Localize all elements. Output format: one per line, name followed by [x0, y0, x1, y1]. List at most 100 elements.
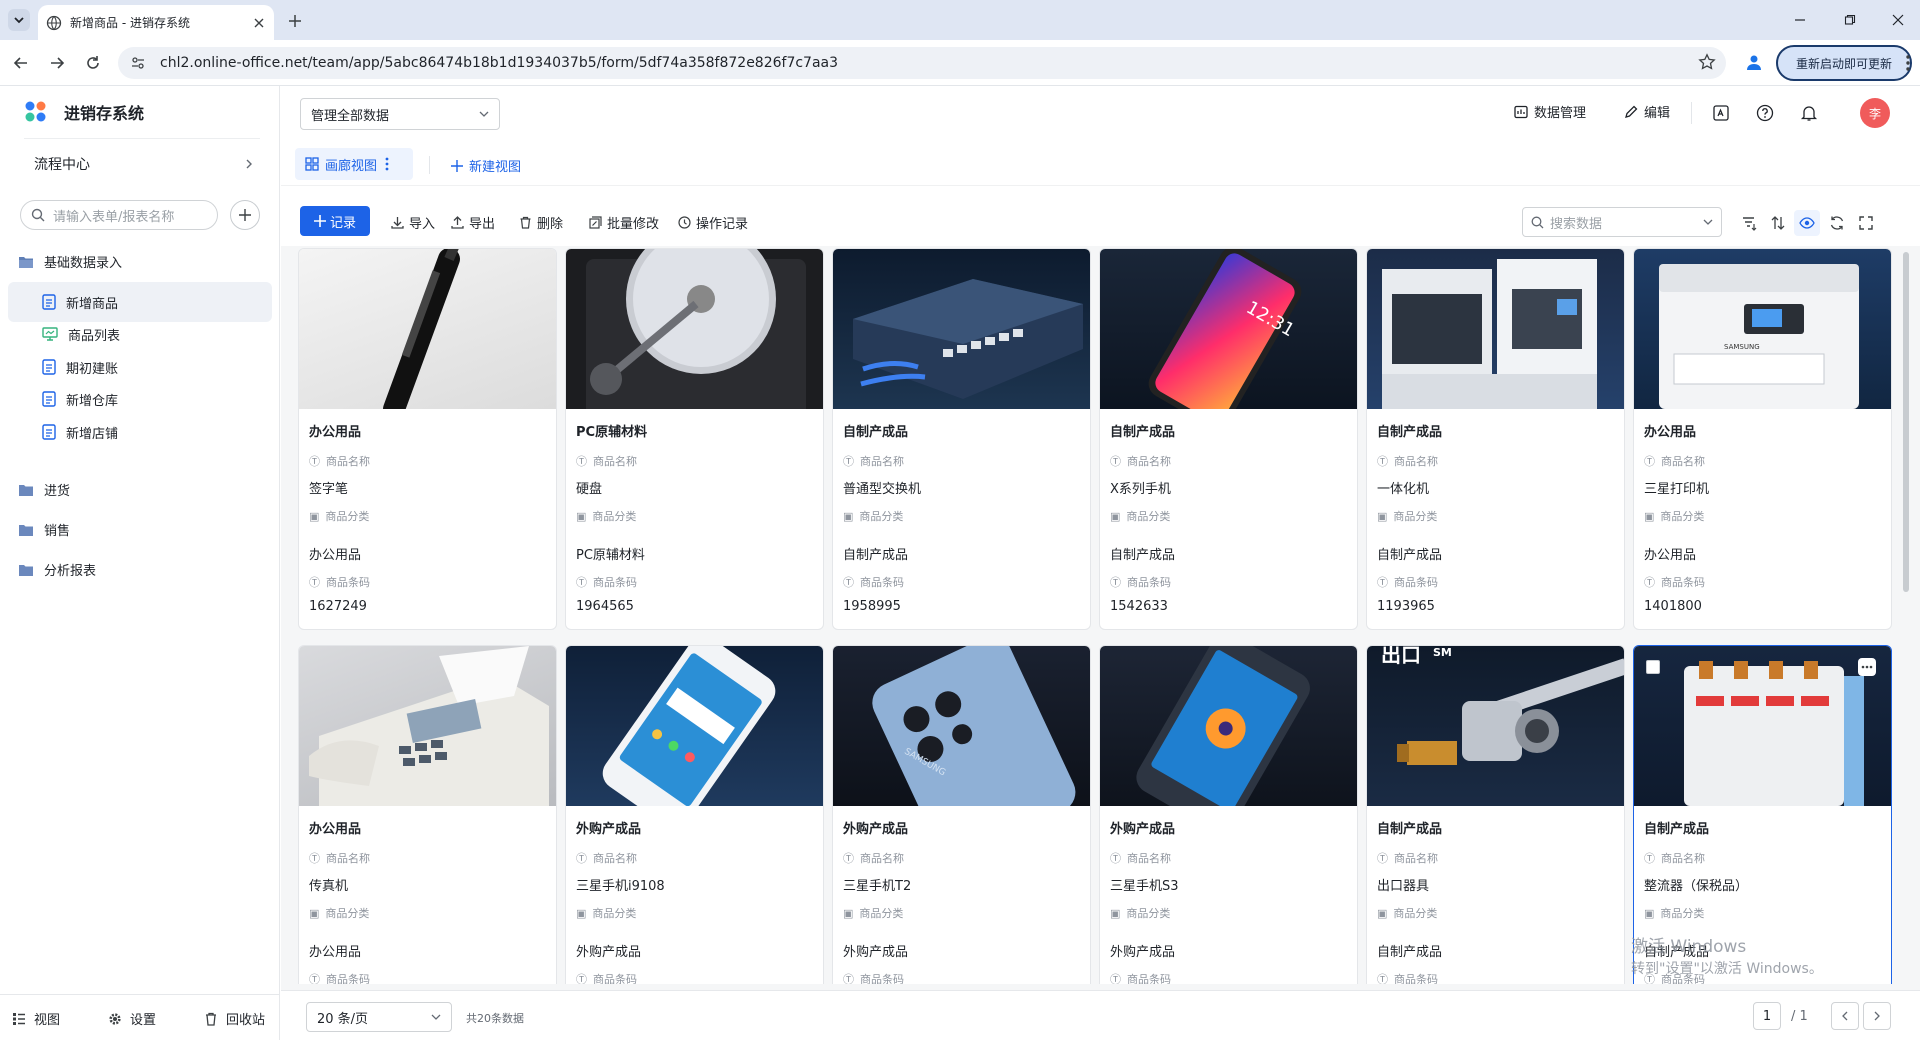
- folder-icon: [19, 484, 33, 496]
- field-label: Ⓣ 商品名称: [1110, 455, 1171, 468]
- gallery-card[interactable]: 12:31 自制产成品 Ⓣ 商品名称 X系列手机 ▣ 商品分类 自制产成品 Ⓣ 商品条…: [1099, 248, 1358, 630]
- records-toolbar: 记录 导入 导出 删除 批量修改 操作记录 搜索数据: [281, 186, 1920, 246]
- view-button[interactable]: 视图: [12, 1009, 60, 1028]
- view-list-icon: [13, 1012, 25, 1025]
- restore-button[interactable]: [1840, 10, 1860, 30]
- delete-button[interactable]: 删除: [519, 213, 563, 232]
- relaunch-update-button[interactable]: 重新启动即可更新: [1776, 45, 1912, 81]
- gallery-card[interactable]: PC原辅材料 Ⓣ 商品名称 硬盘 ▣ 商品分类 PC原辅材料 Ⓣ 商品条码 19645…: [565, 248, 824, 630]
- product-category-value: PC原辅材料: [576, 548, 645, 563]
- flow-center-link[interactable]: 流程中心: [34, 154, 254, 174]
- refresh-button[interactable]: [1824, 210, 1850, 236]
- page-size-value: 20 条/页: [317, 1011, 369, 1027]
- group-purchase[interactable]: 进货: [18, 480, 70, 499]
- gallery-card[interactable]: 出口 SM 自制产成品 Ⓣ 商品名称 出口器具 ▣ 商品分类 自制产成品 Ⓣ 商品条码: [1366, 645, 1625, 984]
- filter-button[interactable]: [1736, 210, 1762, 236]
- fax-image: [299, 646, 556, 806]
- new-view-button[interactable]: 新建视图: [451, 156, 521, 175]
- sidebar-item-new-store[interactable]: 新增店铺: [8, 412, 272, 452]
- group-reports[interactable]: 分析报表: [18, 560, 96, 579]
- url-text[interactable]: chl2.online-office.net/team/app/5abc8647…: [160, 55, 838, 71]
- gallery-card[interactable]: 外购产成品 Ⓣ 商品名称 三星手机S3 ▣ 商品分类 外购产成品 Ⓣ 商品条码: [1099, 645, 1358, 984]
- plus-icon: [313, 215, 326, 227]
- chevron-down-icon: [14, 17, 24, 24]
- gallery-card-selected[interactable]: 自制产成品 Ⓣ 商品名称 整流器（保税品） ▣ 商品分类 自制产成品 Ⓣ 商品条码: [1633, 645, 1892, 984]
- field-label: ▣ 商品分类: [1110, 906, 1171, 921]
- help-button[interactable]: [1753, 101, 1777, 125]
- add-form-button[interactable]: [230, 200, 260, 230]
- notifications-button[interactable]: [1797, 101, 1821, 125]
- gallery-card[interactable]: SAMSUNG 外购产成品 Ⓣ 商品名称 三星手机T2 ▣ 商品分类 外购产成品 Ⓣ…: [832, 645, 1091, 984]
- next-page-button[interactable]: [1863, 1002, 1891, 1030]
- tab-search-button[interactable]: [8, 9, 30, 31]
- card-category-title: 自制产成品: [843, 425, 909, 440]
- browser-menu-button[interactable]: [1905, 54, 1911, 72]
- total-count: 共20条数据: [466, 1012, 524, 1025]
- field-label: ▣ 商品分类: [309, 509, 370, 524]
- batch-edit-icon: [589, 216, 602, 229]
- fullscreen-button[interactable]: [1853, 210, 1879, 236]
- profile-button[interactable]: [1742, 50, 1766, 74]
- search-icon: [1531, 216, 1544, 228]
- site-settings-icon[interactable]: [130, 55, 146, 71]
- tab-gallery-view[interactable]: 画廊视图: [295, 148, 413, 180]
- page-size-select[interactable]: 20 条/页: [306, 1002, 452, 1032]
- avatar[interactable]: 李: [1860, 98, 1890, 128]
- app-logo[interactable]: 进销存系统: [24, 100, 144, 124]
- back-button[interactable]: [10, 52, 32, 74]
- form-search-input[interactable]: 请输入表单/报表名称: [20, 200, 218, 230]
- select-checkbox[interactable]: [1646, 660, 1660, 674]
- field-visibility-button[interactable]: [1794, 210, 1820, 236]
- field-label: Ⓣ 商品名称: [1644, 455, 1705, 468]
- edit-app-button[interactable]: 编辑: [1624, 102, 1670, 121]
- operation-log-button[interactable]: 操作记录: [678, 213, 748, 232]
- more-horizontal-icon: [1861, 665, 1873, 669]
- close-icon[interactable]: [252, 16, 266, 30]
- bookmark-star-icon[interactable]: [1698, 53, 1716, 71]
- gallery-card[interactable]: 外购产成品 Ⓣ 商品名称 三星手机i9108 ▣ 商品分类 外购产成品 Ⓣ 商品条码: [565, 645, 824, 984]
- form-search-placeholder: 请输入表单/报表名称: [53, 209, 175, 225]
- arrow-left-icon: [13, 57, 27, 69]
- data-scope-select[interactable]: 管理全部数据: [300, 98, 500, 130]
- forward-button[interactable]: [46, 52, 68, 74]
- scrollbar-thumb[interactable]: [1903, 252, 1909, 592]
- refresh-icon: [1830, 216, 1844, 230]
- recycle-bin-button[interactable]: 回收站: [204, 1009, 265, 1028]
- search-data-input[interactable]: 搜索数据: [1522, 207, 1722, 237]
- field-label: ▣ 商品分类: [576, 906, 637, 921]
- more-vertical-icon[interactable]: [385, 157, 389, 171]
- prev-page-button[interactable]: [1831, 1002, 1859, 1030]
- sort-button[interactable]: [1765, 210, 1791, 236]
- close-window-button[interactable]: [1888, 10, 1908, 30]
- gallery-card[interactable]: 自制产成品 Ⓣ 商品名称 一体化机 ▣ 商品分类 自制产成品 Ⓣ 商品条码 11939…: [1366, 248, 1625, 630]
- export-button[interactable]: 导出: [451, 213, 495, 232]
- import-button[interactable]: 导入: [391, 213, 435, 232]
- form-icon: [42, 294, 56, 310]
- card-category-title: PC原辅材料: [576, 425, 648, 440]
- reload-button[interactable]: [82, 52, 104, 74]
- card-category-title: 自制产成品: [1644, 822, 1710, 837]
- chevron-down-icon[interactable]: [1703, 217, 1713, 227]
- new-tab-button[interactable]: [284, 10, 306, 32]
- grid-scrollbar[interactable]: [1902, 248, 1910, 984]
- batch-edit-button[interactable]: 批量修改: [589, 213, 659, 232]
- gallery-card[interactable]: 办公用品 Ⓣ 商品名称 签字笔 ▣ 商品分类 办公用品 Ⓣ 商品条码 1627249: [298, 248, 557, 630]
- browser-tab-active[interactable]: 新增商品 - 进销存系统: [38, 5, 274, 40]
- text-field-icon: Ⓣ: [1110, 973, 1121, 984]
- data-manage-button[interactable]: 数据管理: [1514, 102, 1586, 121]
- product-name-value: 出口器具: [1377, 879, 1430, 894]
- minimize-button[interactable]: [1790, 10, 1810, 30]
- product-category-value: 办公用品: [309, 945, 362, 960]
- gallery-card[interactable]: 自制产成品 Ⓣ 商品名称 普通型交换机 ▣ 商品分类 自制产成品 Ⓣ 商品条码 195…: [832, 248, 1091, 630]
- group-basic-data[interactable]: 基础数据录入: [18, 252, 122, 271]
- current-page-input[interactable]: 1: [1753, 1002, 1781, 1030]
- settings-button[interactable]: 设置: [108, 1009, 156, 1028]
- ai-assistant-button[interactable]: [1709, 101, 1733, 125]
- gallery-card[interactable]: SAMSUNG 办公用品 Ⓣ 商品名称 三星打印机 ▣ 商品分类 办公用品 Ⓣ 商品条…: [1633, 248, 1892, 630]
- field-label: Ⓣ 商品条码: [843, 576, 904, 589]
- group-sales[interactable]: 销售: [18, 520, 70, 539]
- add-record-button[interactable]: 记录: [300, 206, 370, 236]
- gallery-card[interactable]: 办公用品 Ⓣ 商品名称 传真机 ▣ 商品分类 办公用品 Ⓣ 商品条码: [298, 645, 557, 984]
- omnibox[interactable]: chl2.online-office.net/team/app/5abc8647…: [118, 47, 1726, 79]
- card-more-button[interactable]: [1858, 658, 1876, 676]
